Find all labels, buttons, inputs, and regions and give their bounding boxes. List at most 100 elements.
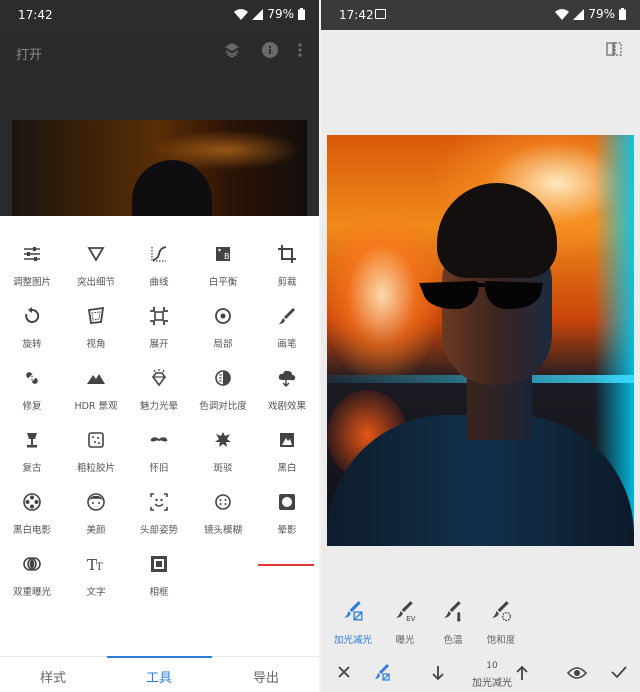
- tool-tune-sliders[interactable]: 调整图片: [0, 244, 64, 302]
- tool-label: 戏剧效果: [267, 401, 306, 412]
- tool-label: 头部姿势: [139, 525, 178, 536]
- tool-label: 黑白: [277, 463, 297, 474]
- tool-details-triangle[interactable]: 突出细节: [64, 244, 128, 302]
- layers-stack-icon[interactable]: [223, 41, 241, 59]
- tool-glamour-glow[interactable]: 魅力光晕: [127, 368, 191, 426]
- double-exposure-icon: [22, 554, 42, 574]
- tool-text-tt[interactable]: T T 文字: [64, 554, 128, 612]
- tool-healing-bandage[interactable]: 修复: [0, 368, 64, 426]
- vintage-lamp-icon: [22, 430, 42, 450]
- tool-grunge[interactable]: 斑驳: [191, 430, 255, 488]
- tool-label: 黑白电影: [12, 525, 51, 536]
- tool-label: 美颜: [86, 525, 106, 536]
- film-reel-icon: [22, 492, 42, 512]
- grunge-icon: [213, 430, 233, 450]
- white-balance-icon: B: [213, 244, 233, 264]
- status-time-right: 17:42: [339, 8, 374, 22]
- check-icon[interactable]: [611, 665, 627, 679]
- tool-label: 局部: [213, 339, 233, 350]
- close-icon[interactable]: [337, 665, 351, 679]
- tool-selective-target[interactable]: 局部: [191, 306, 255, 364]
- wifi-icon: [555, 8, 570, 20]
- compare-icon[interactable]: [606, 42, 622, 56]
- black-white-icon: [277, 430, 297, 450]
- battery-percent: 79%: [267, 7, 294, 21]
- tool-label: 镜头模糊: [203, 525, 242, 536]
- brush-strength-value: 10: [486, 661, 498, 671]
- crop-icon: [277, 244, 297, 264]
- text-tt-icon: TT: [86, 554, 106, 574]
- tool-tonal-contrast[interactable]: 色调对比度: [191, 368, 255, 426]
- more-vert-icon[interactable]: [297, 41, 303, 59]
- tool-label: 旋转: [22, 339, 42, 350]
- face-icon: [86, 492, 106, 512]
- signal-icon: [252, 8, 264, 20]
- temperature-brush-icon: [442, 600, 464, 626]
- tool-double-exposure[interactable]: 双重曝光: [0, 554, 64, 612]
- expand-icon: [149, 306, 169, 326]
- wifi-icon: [234, 8, 249, 20]
- tool-grainy-film[interactable]: 粗粒胶片: [64, 430, 128, 488]
- tool-head-pose[interactable]: 头部姿势: [127, 492, 191, 550]
- dodge-burn-brush-icon: [342, 600, 364, 626]
- brush-tool-saturation-brush[interactable]: 饱和度: [473, 600, 529, 646]
- active-tab-indicator: [107, 656, 212, 658]
- brush-bottom-bar: 10 加光减光: [321, 656, 640, 692]
- status-bar-right: 17:42 79%: [321, 0, 640, 30]
- tool-face[interactable]: 美颜: [64, 492, 128, 550]
- mountain-hdr-icon: [86, 368, 106, 388]
- saturation-brush-icon: [490, 600, 512, 626]
- tool-curves[interactable]: 曲线: [127, 244, 191, 302]
- brush-screen: 17:42 79% 加光减光 EV 曝光 色温 饱和度 10 加光减光: [321, 0, 640, 692]
- tool-frame[interactable]: 相框: [127, 554, 191, 612]
- head-pose-icon: [149, 492, 169, 512]
- tool-vintage-lamp[interactable]: 复古: [0, 430, 64, 488]
- brush-icon: [277, 306, 297, 326]
- arrow-up-icon[interactable]: [515, 665, 529, 681]
- signal-icon: [573, 8, 585, 20]
- tool-black-white[interactable]: 黑白: [255, 430, 319, 488]
- tab-styles[interactable]: 样式: [40, 667, 66, 686]
- tool-crop[interactable]: 剪裁: [255, 244, 319, 302]
- status-bar: 17:42 79%: [0, 0, 319, 30]
- tool-expand[interactable]: 展开: [127, 306, 191, 364]
- tool-label: 粗粒胶片: [76, 463, 115, 474]
- open-button[interactable]: 打开: [16, 44, 42, 63]
- edited-photo[interactable]: [327, 135, 634, 546]
- battery-icon: [619, 8, 626, 20]
- tool-label: HDR 景观: [74, 401, 118, 412]
- dodge-burn-mode-icon[interactable]: [373, 663, 391, 681]
- tool-label: 复古: [22, 463, 42, 474]
- tonal-contrast-icon: [213, 368, 233, 388]
- tool-rotate[interactable]: 旋转: [0, 306, 64, 364]
- tool-label: 怀旧: [149, 463, 169, 474]
- tool-perspective[interactable]: 视角: [64, 306, 128, 364]
- info-icon[interactable]: [261, 41, 279, 59]
- dimmed-editor-header: 打开: [0, 30, 319, 216]
- curves-icon: [149, 244, 169, 264]
- tool-label: 剪裁: [277, 277, 297, 288]
- perspective-icon: [86, 306, 106, 326]
- tool-label: 展开: [149, 339, 169, 350]
- tool-white-balance[interactable]: B 白平衡: [191, 244, 255, 302]
- brush-tool-dodge-burn-brush[interactable]: 加光减光: [325, 600, 381, 646]
- tool-drama-cloud[interactable]: 戏剧效果: [255, 368, 319, 426]
- tool-mustache[interactable]: 怀旧: [127, 430, 191, 488]
- tab-export[interactable]: 导出: [253, 667, 279, 686]
- arrow-down-icon[interactable]: [431, 665, 445, 681]
- tool-label: 修复: [22, 401, 42, 412]
- tab-tools[interactable]: 工具: [146, 667, 172, 686]
- tool-label: 晕影: [277, 525, 297, 536]
- tool-film-reel[interactable]: 黑白电影: [0, 492, 64, 550]
- bottom-nav: 样式 工具 导出: [0, 656, 319, 692]
- tool-brush[interactable]: 画笔: [255, 306, 319, 364]
- tool-lens-blur[interactable]: 镜头模糊: [191, 492, 255, 550]
- eye-icon[interactable]: [567, 666, 587, 680]
- tool-label: 相框: [149, 587, 169, 598]
- tool-label: 白平衡: [208, 277, 238, 288]
- tool-label: 突出细节: [76, 277, 115, 288]
- frame-icon: [149, 554, 169, 574]
- tool-mountain-hdr[interactable]: HDR 景观: [64, 368, 128, 426]
- tool-vignette[interactable]: 晕影: [255, 492, 319, 550]
- tool-label: 调整图片: [12, 277, 51, 288]
